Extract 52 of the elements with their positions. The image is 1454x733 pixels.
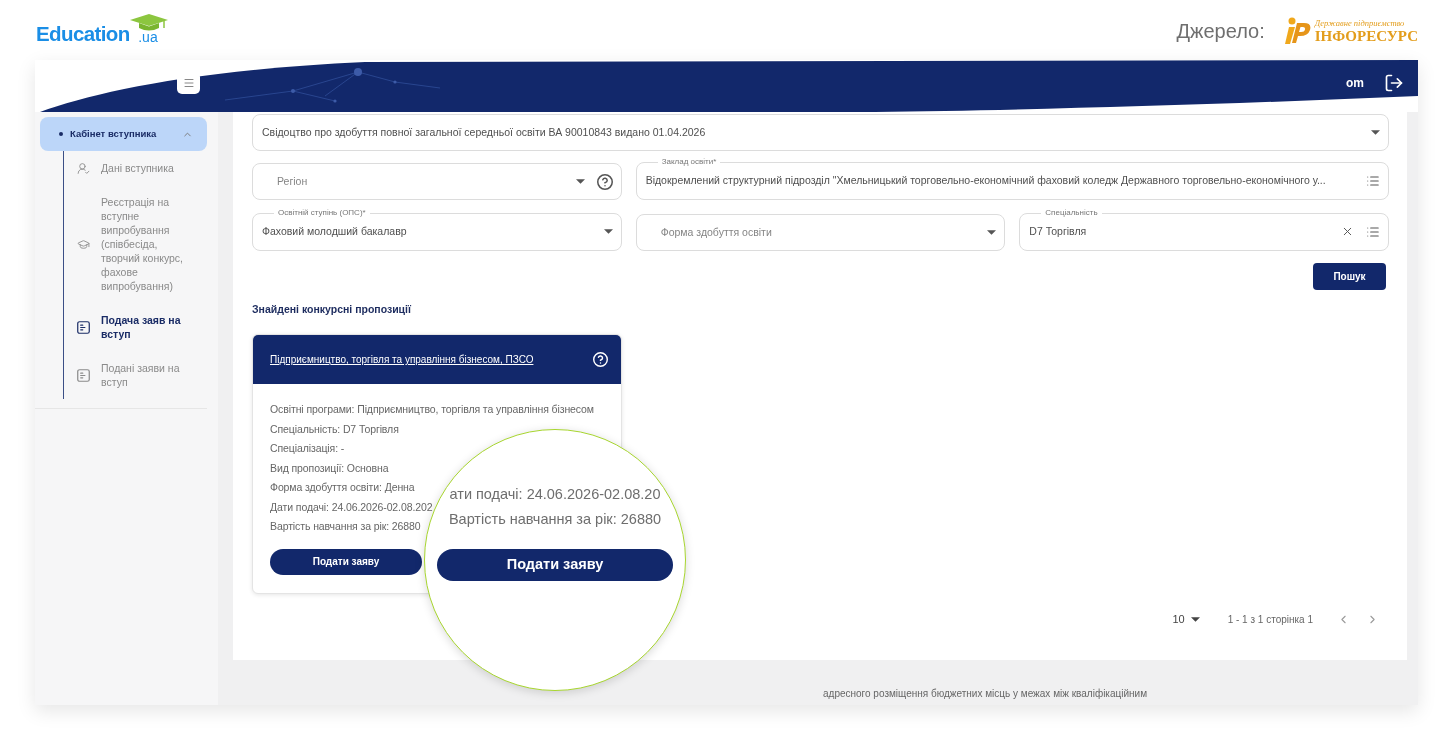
- clear-icon[interactable]: [1341, 225, 1354, 238]
- magnified-detail: ати подачі: 24.06.2026-02.08.20: [449, 487, 661, 502]
- field-label: Заклад освіти*: [660, 157, 718, 167]
- source-label: Джерело:: [1176, 19, 1265, 43]
- sidebar-item[interactable]: Подача заяв на вступ: [64, 303, 218, 351]
- field-label: Освітній ступінь (ОПС)*: [277, 208, 367, 218]
- org-name: ІНФОРЕСУРС: [1314, 28, 1418, 44]
- magnified-apply-button[interactable]: Подати заяву: [437, 549, 673, 581]
- graduation-cap-icon: [129, 14, 168, 31]
- sidebar-group-header[interactable]: Кабінет вступника: [40, 117, 207, 151]
- logo-wordmark: Education: [36, 23, 130, 45]
- results-heading: Знайдені конкурсні пропозиції: [252, 302, 411, 316]
- graduation-cap-icon: [77, 237, 90, 251]
- certificate-dropdown[interactable]: Свідоцтво про здобуття повної загальної середньої освіти ВА 90010843 видано 01.04.2026: [252, 114, 1389, 151]
- caret-icon: [1190, 617, 1200, 622]
- bullet-icon: [59, 132, 63, 136]
- offer-detail: Дати подачі: 24.06.2026-02.08.202: [270, 499, 433, 515]
- help-icon[interactable]: [596, 173, 613, 190]
- logo-domain: .ua: [138, 29, 158, 45]
- account-name[interactable]: om: [1346, 73, 1364, 92]
- offer-title-link[interactable]: Підприємництво, торгівля та управління бізнесом, ПЗСО: [270, 352, 534, 367]
- apply-button[interactable]: Подати заяву: [270, 548, 422, 575]
- document-icon: [77, 320, 90, 334]
- offer-detail: Форма здобуття освіти: Денна: [270, 480, 415, 495]
- document-icon: [77, 368, 90, 382]
- degree-dropdown[interactable]: Освітній ступінь (ОПС)* Фаховий молодший бакалавр: [252, 208, 622, 251]
- list-icon[interactable]: [1366, 224, 1380, 239]
- logo-mark-icon: [1284, 17, 1311, 45]
- list-icon[interactable]: [1366, 173, 1380, 188]
- caret-icon: [603, 229, 613, 234]
- logout-icon[interactable]: [1384, 72, 1404, 93]
- org-caption: Державне підприємство: [1314, 18, 1406, 28]
- caret-icon: [1371, 130, 1380, 135]
- caret-icon: [575, 179, 585, 184]
- search-button[interactable]: Пошук: [1313, 263, 1386, 290]
- offer-detail: Спеціальність: D7 Торгівля: [270, 421, 399, 437]
- field-label: Спеціальність: [1044, 208, 1099, 218]
- offer-detail: Спеціалізація: -: [270, 441, 345, 456]
- offer-detail: Освітні програми: Підприємництво, торгівля та управління бізнесом: [270, 402, 594, 417]
- user-check-icon: [77, 161, 90, 175]
- institution-field[interactable]: Заклад освіти* Відокремлений структурний підрозділ "Хмельницький торговельно-економічний фаховий коледж Державного торговельно-економічного у...: [635, 157, 1389, 200]
- magnified-detail: Вартість навчання за рік: 26880: [448, 512, 662, 527]
- study-form-dropdown[interactable]: Форма здобуття освіти: [635, 214, 1006, 251]
- footnote-text: адресного розміщення бюджетних місць у межах між кваліфікаційним: [823, 687, 1148, 701]
- offer-detail: Вид пропозиції: Основна: [270, 460, 389, 476]
- pagination-range: 1 - 1 з 1 сторінка 1: [1227, 613, 1313, 627]
- caret-icon: [987, 230, 997, 235]
- menu-icon: [182, 76, 195, 89]
- region-dropdown[interactable]: Регіон: [252, 163, 622, 200]
- offer-detail: Вартість навчання за рік: 26880: [270, 519, 421, 534]
- specialty-field[interactable]: Спеціальність D7 Торгівля: [1019, 208, 1389, 251]
- page-size-select[interactable]: 10: [1172, 611, 1200, 628]
